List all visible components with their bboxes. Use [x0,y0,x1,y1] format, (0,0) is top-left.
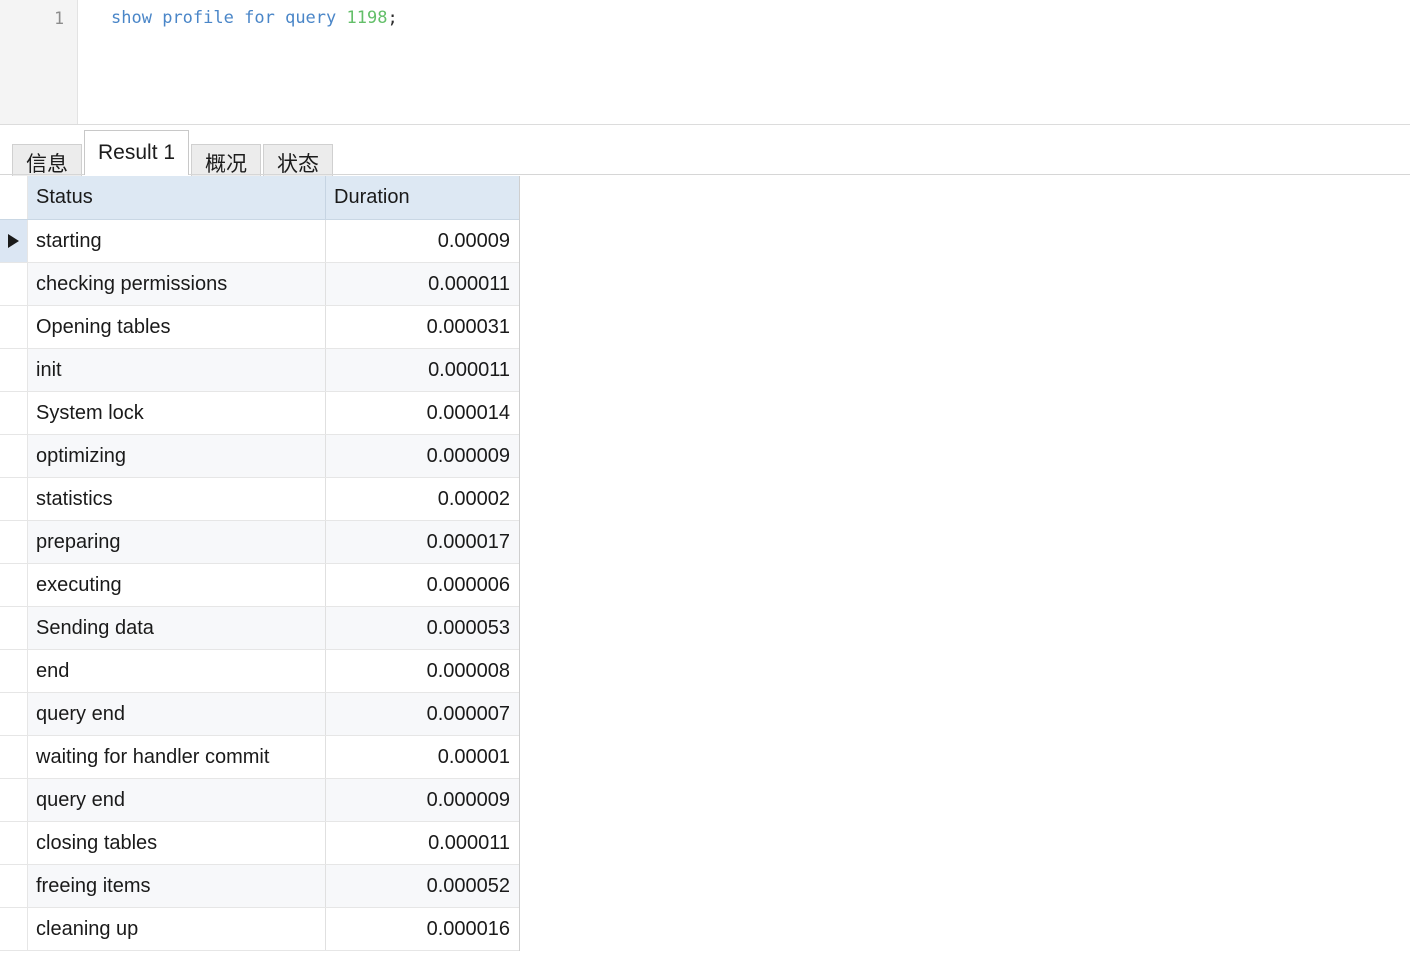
row-selector-gutter[interactable] [0,478,28,520]
cell-duration[interactable]: 0.000052 [326,865,519,907]
row-selector-gutter[interactable] [0,693,28,735]
table-row[interactable]: query end 0.000009 [0,779,519,822]
cell-duration[interactable]: 0.000009 [326,435,519,477]
cell-status[interactable]: Opening tables [28,306,326,348]
cell-status[interactable]: waiting for handler commit [28,736,326,778]
sql-space [336,8,346,28]
cell-duration[interactable]: 0.00009 [326,220,519,262]
sql-editor[interactable]: 1 show profile for query 1198; [0,0,1410,124]
cell-duration[interactable]: 0.000011 [326,822,519,864]
row-selector-gutter[interactable] [0,736,28,778]
sql-space [275,8,285,28]
sql-keyword-profile: profile [162,8,234,28]
editor-line-number-gutter: 1 [0,0,78,124]
column-header-duration[interactable]: Duration [326,176,519,219]
table-row[interactable]: preparing 0.000017 [0,521,519,564]
result-panel-tabbar: 信息 Result 1 概况 状态 [0,125,1410,175]
cell-duration[interactable]: 0.000011 [326,263,519,305]
current-row-arrow-icon [8,234,19,248]
sql-keyword-for: for [244,8,275,28]
table-row[interactable]: optimizing 0.000009 [0,435,519,478]
sql-number-literal: 1198 [347,8,388,28]
tabbar-underline [0,174,1410,175]
tab-list: 信息 Result 1 概况 状态 [12,129,335,175]
cell-status[interactable]: executing [28,564,326,606]
cell-status[interactable]: init [28,349,326,391]
sql-keyword-query: query [285,8,336,28]
table-row[interactable]: statistics 0.00002 [0,478,519,521]
table-row[interactable]: Opening tables 0.000031 [0,306,519,349]
cell-duration[interactable]: 0.00001 [326,736,519,778]
table-row[interactable]: starting 0.00009 [0,220,519,263]
cell-duration[interactable]: 0.000053 [326,607,519,649]
row-selector-gutter[interactable] [0,435,28,477]
cell-status[interactable]: statistics [28,478,326,520]
row-selector-gutter[interactable] [0,607,28,649]
sql-statement-terminator: ; [387,8,397,28]
sql-keyword-show: show [111,8,152,28]
table-row[interactable]: query end 0.000007 [0,693,519,736]
row-selector-gutter[interactable] [0,865,28,907]
cell-status[interactable]: cleaning up [28,908,326,950]
row-selector-gutter[interactable] [0,392,28,434]
cell-status[interactable]: freeing items [28,865,326,907]
cell-duration[interactable]: 0.000011 [326,349,519,391]
tab-result-1[interactable]: Result 1 [84,130,189,175]
cell-status[interactable]: end [28,650,326,692]
row-selector-gutter[interactable] [0,263,28,305]
cell-duration[interactable]: 0.00002 [326,478,519,520]
cell-status[interactable]: query end [28,693,326,735]
table-header-row: Status Duration [0,176,519,220]
cell-status[interactable]: closing tables [28,822,326,864]
row-selector-gutter[interactable] [0,779,28,821]
table-row[interactable]: executing 0.000006 [0,564,519,607]
table-row[interactable]: checking permissions 0.000011 [0,263,519,306]
cell-duration[interactable]: 0.000016 [326,908,519,950]
table-row[interactable]: freeing items 0.000052 [0,865,519,908]
row-selector-gutter[interactable] [0,908,28,950]
table-row[interactable]: end 0.000008 [0,650,519,693]
row-selector-gutter[interactable] [0,349,28,391]
row-selector-gutter[interactable] [0,521,28,563]
row-selector-gutter[interactable] [0,564,28,606]
cell-duration[interactable]: 0.000031 [326,306,519,348]
line-number: 1 [0,5,77,32]
cell-duration[interactable]: 0.000017 [326,521,519,563]
column-header-status[interactable]: Status [28,176,326,219]
row-selector-gutter[interactable] [0,650,28,692]
row-selector-gutter[interactable] [0,220,28,262]
cell-status[interactable]: System lock [28,392,326,434]
cell-duration[interactable]: 0.000007 [326,693,519,735]
sql-space [152,8,162,28]
cell-status[interactable]: starting [28,220,326,262]
cell-duration[interactable]: 0.000008 [326,650,519,692]
sql-space [234,8,244,28]
table-row[interactable]: closing tables 0.000011 [0,822,519,865]
table-row[interactable]: System lock 0.000014 [0,392,519,435]
cell-status[interactable]: preparing [28,521,326,563]
cell-status[interactable]: query end [28,779,326,821]
cell-status[interactable]: Sending data [28,607,326,649]
row-selector-gutter[interactable] [0,306,28,348]
table-row[interactable]: waiting for handler commit 0.00001 [0,736,519,779]
header-row-gutter [0,176,28,219]
sql-code-area[interactable]: show profile for query 1198; [78,0,1410,124]
table-row[interactable]: Sending data 0.000053 [0,607,519,650]
row-selector-gutter[interactable] [0,822,28,864]
result-grid[interactable]: Status Duration starting 0.00009 checkin… [0,176,520,951]
table-row[interactable]: cleaning up 0.000016 [0,908,519,951]
cell-duration[interactable]: 0.000009 [326,779,519,821]
table-row[interactable]: init 0.000011 [0,349,519,392]
cell-status[interactable]: checking permissions [28,263,326,305]
cell-status[interactable]: optimizing [28,435,326,477]
cell-duration[interactable]: 0.000014 [326,392,519,434]
cell-duration[interactable]: 0.000006 [326,564,519,606]
